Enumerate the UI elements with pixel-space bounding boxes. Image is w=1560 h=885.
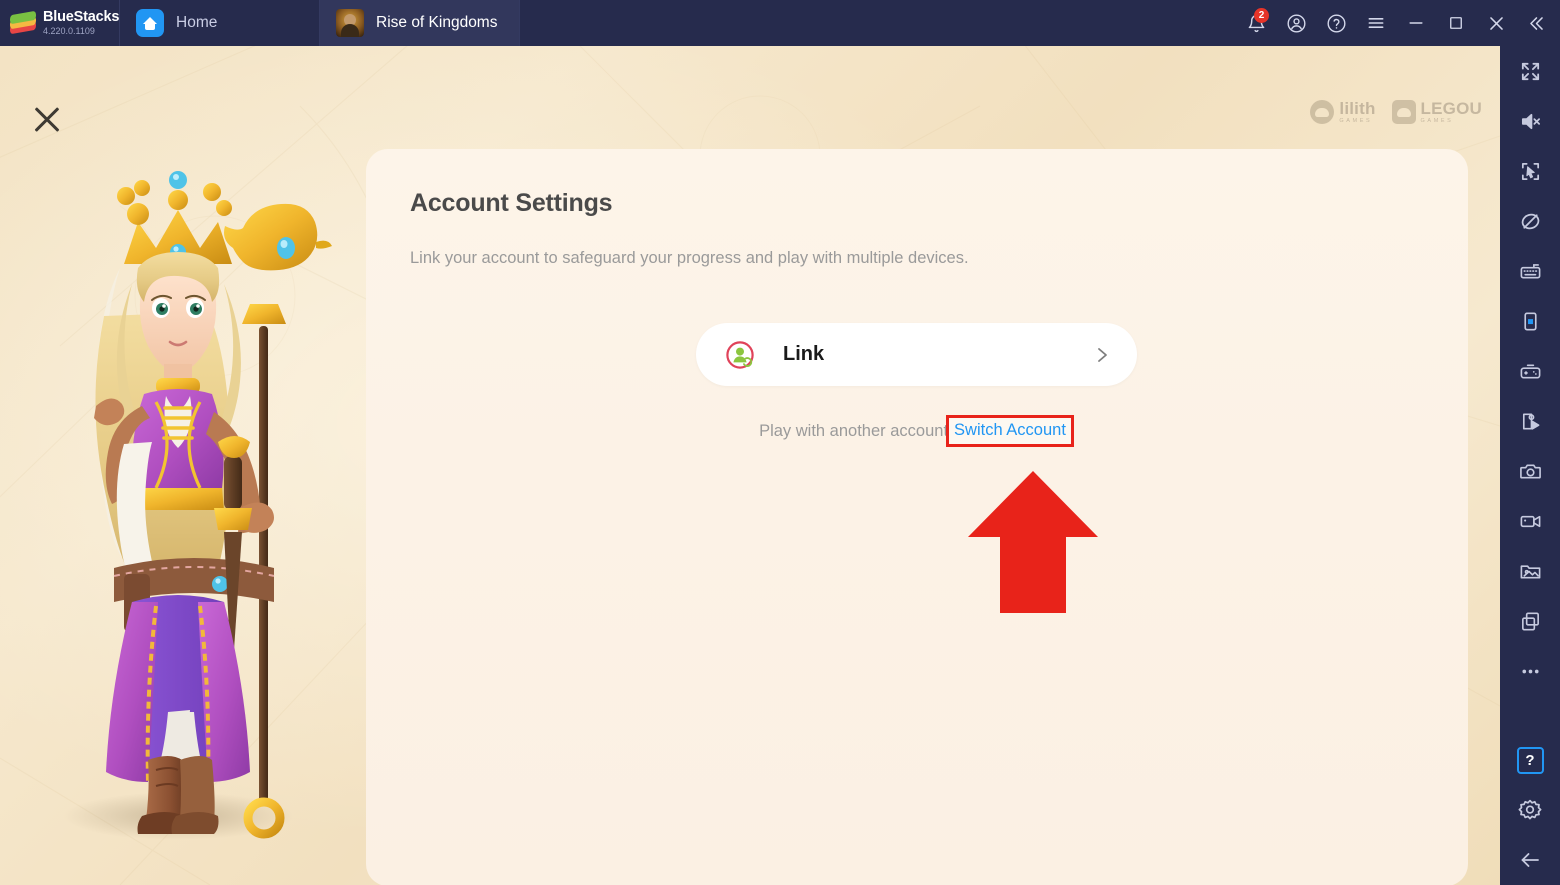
question-box-icon: ? (1516, 746, 1544, 774)
sidebar-back-button[interactable] (1500, 835, 1560, 885)
record-button[interactable] (1500, 496, 1560, 546)
gear-icon (1518, 799, 1542, 820)
keymapping-button[interactable] (1500, 246, 1560, 296)
arrow-left-icon (1521, 853, 1539, 867)
annotation-arrow-up (968, 471, 1098, 613)
close-dialog-button[interactable] (30, 102, 64, 136)
image-folder-icon (1520, 564, 1540, 579)
circle-slash-icon (1521, 213, 1539, 229)
legou-logo: LEGOU GAMES (1391, 99, 1482, 125)
macro-button[interactable] (1500, 396, 1560, 446)
legou-mark-icon (1391, 100, 1416, 125)
titlebar-controls: 2 (1236, 0, 1560, 46)
bluestacks-brand: BlueStacks 4.220.0.1109 (0, 0, 120, 46)
publisher-logos: lilith GAMES LEGOU GAMES (1310, 100, 1482, 125)
switch-account-row: Play with another account Switch Account (696, 415, 1137, 447)
switch-account-link[interactable]: Switch Account (946, 415, 1074, 447)
legou-logo-name: LEGOU (1420, 99, 1482, 118)
video-camera-icon (1520, 515, 1540, 527)
gamepad-button[interactable] (1500, 346, 1560, 396)
media-manager-button[interactable] (1500, 546, 1560, 596)
lilith-logo: lilith GAMES (1310, 100, 1375, 125)
game-viewport: lilith GAMES LEGOU GAMES Account Setting… (0, 46, 1500, 885)
crosshair-cursor-icon (1521, 162, 1539, 180)
notification-badge: 2 (1254, 8, 1269, 23)
titlebar-spacer (520, 0, 1236, 46)
script-play-icon (1522, 412, 1539, 430)
speaker-mute-icon (1521, 113, 1540, 129)
bluestacks-sidebar: ? (1500, 46, 1560, 885)
eco-mode-button[interactable] (1500, 196, 1560, 246)
account-settings-panel: Account Settings Link your account to sa… (366, 149, 1468, 885)
home-icon (136, 9, 164, 37)
tab-home-label: Home (176, 14, 218, 31)
more-button[interactable] (1500, 646, 1560, 696)
keyboard-icon (1520, 263, 1540, 279)
page-title: Account Settings (410, 189, 613, 217)
sidebar-settings-button[interactable] (1500, 785, 1560, 835)
account-button[interactable] (1276, 0, 1316, 46)
link-account-label: Link (783, 343, 825, 365)
brand-name: BlueStacks (43, 9, 120, 26)
chevron-right-icon (1098, 347, 1107, 362)
close-button[interactable] (1476, 0, 1516, 46)
switch-account-prefix: Play with another account (759, 421, 949, 440)
multi-instance-button[interactable] (1500, 596, 1560, 646)
fullscreen-icon (1521, 62, 1539, 80)
copy-windows-icon (1521, 612, 1539, 630)
collapse-sidebar-button[interactable] (1516, 0, 1556, 46)
help-button[interactable] (1316, 0, 1356, 46)
phone-rotate-icon (1523, 312, 1537, 330)
lilith-mark-icon (1310, 100, 1335, 125)
account-link-icon (726, 340, 754, 369)
tab-home[interactable]: Home (120, 0, 320, 46)
menu-button[interactable] (1356, 0, 1396, 46)
screenshot-button[interactable] (1500, 446, 1560, 496)
tab-rise-of-kingdoms-label: Rise of Kingdoms (376, 14, 498, 31)
page-subtitle: Link your account to safeguard your prog… (410, 249, 969, 267)
tab-rise-of-kingdoms[interactable]: Rise of Kingdoms (320, 0, 520, 46)
camera-icon (1519, 463, 1541, 479)
fullscreen-button[interactable] (1500, 46, 1560, 96)
rotate-button[interactable] (1500, 296, 1560, 346)
shooting-mode-button[interactable] (1500, 146, 1560, 196)
link-account-button[interactable]: Link (696, 323, 1137, 386)
game-icon (336, 9, 364, 37)
notifications-button[interactable]: 2 (1236, 0, 1276, 46)
gamepad-icon (1520, 363, 1540, 379)
bluestacks-logo-icon (10, 10, 36, 36)
brand-version: 4.220.0.1109 (43, 25, 95, 36)
lilith-logo-sub: GAMES (1339, 118, 1373, 124)
maximize-button[interactable] (1436, 0, 1476, 46)
queen-character-art (63, 171, 332, 840)
titlebar: BlueStacks 4.220.0.1109 Home Rise of Kin… (0, 0, 1560, 46)
mute-button[interactable] (1500, 96, 1560, 146)
lilith-logo-name: lilith (1339, 99, 1376, 118)
minimize-button[interactable] (1396, 0, 1436, 46)
sidebar-help-button[interactable]: ? (1500, 735, 1560, 785)
ellipsis-icon (1521, 669, 1539, 673)
legou-logo-sub: GAMES (1420, 118, 1454, 124)
